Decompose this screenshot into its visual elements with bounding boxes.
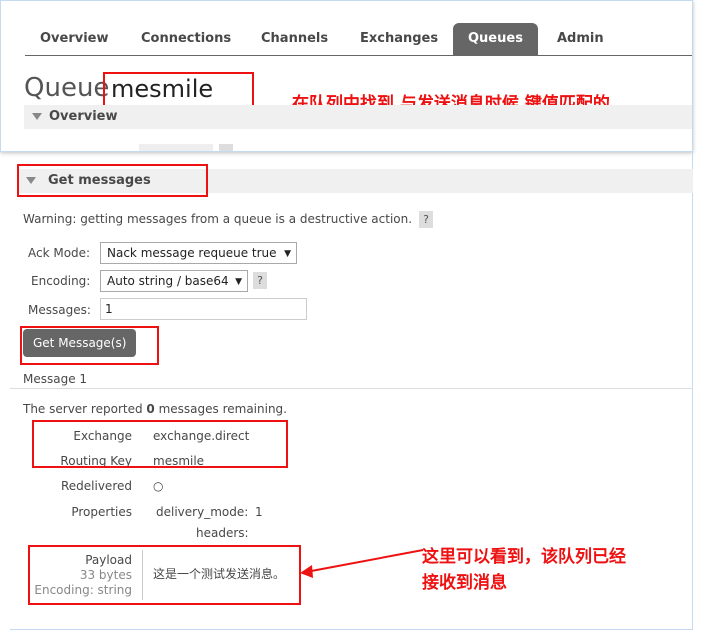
section-overview-label: Overview: [49, 109, 118, 124]
tab-connections[interactable]: Connections: [126, 23, 246, 55]
properties-label: Properties: [71, 505, 132, 519]
messages-count-input[interactable]: 1: [100, 298, 307, 320]
dropdown-arrow-icon: ▼: [284, 249, 291, 259]
help-icon[interactable]: ?: [419, 211, 433, 228]
messages-label: Messages:: [28, 303, 91, 317]
server-report-suffix: messages remaining.: [154, 402, 287, 416]
tab-queues[interactable]: Queues: [453, 23, 538, 55]
ack-mode-select[interactable]: Nack message requeue true ▼: [100, 242, 297, 264]
encoding-value: Auto string / base64: [107, 274, 229, 288]
dropdown-arrow-icon: ▼: [235, 277, 242, 287]
highlight-get-messages: [17, 164, 208, 197]
server-report: The server reported 0 messages remaining…: [23, 402, 287, 416]
redelivered-value: ○: [153, 479, 164, 493]
ack-mode-value: Nack message requeue true: [107, 246, 277, 260]
warning-text: Warning: getting messages from a queue i…: [23, 212, 413, 226]
delivery-mode-value: 1: [255, 505, 263, 519]
section-overview[interactable]: Overview: [24, 105, 692, 129]
help-icon[interactable]: ?: [253, 272, 267, 289]
tab-overview[interactable]: Overview: [25, 23, 124, 55]
headers-label: headers:: [196, 526, 249, 540]
clipped-help-remnant: [219, 144, 233, 151]
highlight-payload: [28, 545, 301, 605]
annotation-bottom-line2: 接收到消息: [422, 573, 507, 593]
delivery-mode-label: delivery_mode:: [156, 505, 249, 519]
tab-exchanges[interactable]: Exchanges: [345, 23, 453, 55]
ack-mode-label: Ack Mode:: [28, 246, 91, 260]
page-title: Queue: [24, 73, 110, 103]
highlight-get-button: [20, 326, 159, 365]
server-report-count: 0: [146, 402, 155, 416]
annotation-bottom-line1: 这里可以看到，该队列已经: [422, 547, 626, 567]
encoding-select[interactable]: Auto string / base64 ▼: [100, 270, 248, 292]
get-messages-panel: Get messages Warning: getting messages f…: [10, 152, 693, 630]
server-report-prefix: The server reported: [23, 402, 147, 416]
clipped-row-remnant: [139, 144, 213, 151]
tab-channels[interactable]: Channels: [246, 23, 343, 55]
highlight-exchange-routing: [32, 420, 288, 468]
arrow-icon: [300, 549, 424, 578]
collapse-triangle-icon: [32, 113, 42, 120]
top-screenshot: Overview Connections Channels Exchanges …: [0, 0, 693, 152]
redelivered-label: Redelivered: [60, 479, 132, 493]
main-nav: Overview Connections Channels Exchanges …: [25, 23, 692, 56]
tab-admin[interactable]: Admin: [542, 23, 619, 55]
encoding-label: Encoding:: [31, 274, 91, 288]
message-heading: Message 1: [23, 372, 88, 386]
divider: [10, 388, 693, 389]
